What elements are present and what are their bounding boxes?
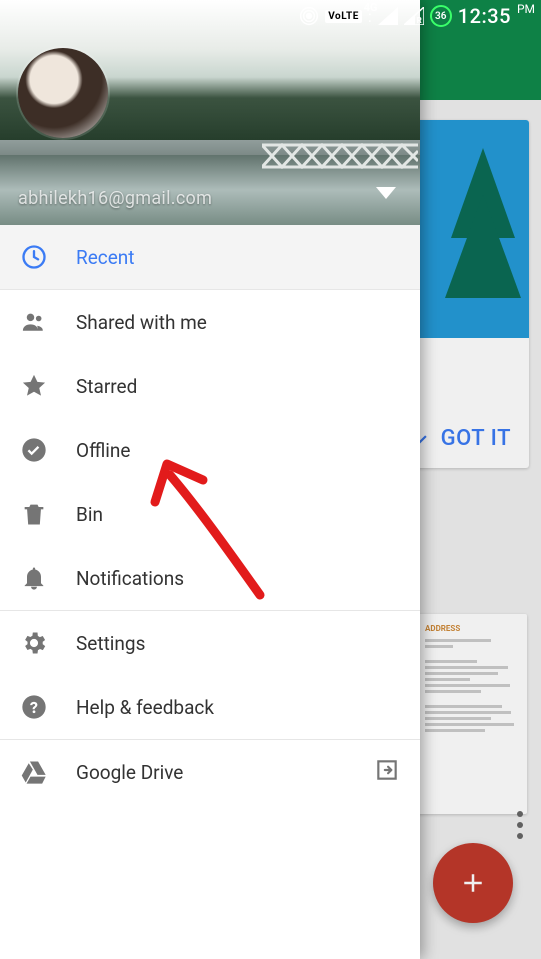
bell-icon	[20, 564, 76, 592]
trash-icon	[20, 500, 76, 528]
nav-label: Settings	[76, 632, 400, 655]
nav-item-offline[interactable]: Offline	[0, 418, 420, 482]
nav-label: Starred	[76, 375, 400, 398]
signal-1-icon: 4G	[378, 7, 398, 25]
avatar[interactable]	[18, 48, 108, 138]
help-icon	[20, 693, 76, 721]
nav-item-starred[interactable]: Starred	[0, 354, 420, 418]
nav-item-google-drive[interactable]: Google Drive	[0, 740, 420, 804]
nav-label: Offline	[76, 439, 400, 462]
roaming-badge: R	[417, 16, 422, 25]
offline-icon	[20, 436, 76, 464]
nav-label: Notifications	[76, 567, 400, 590]
nav-drawer: abhilekh16@gmail.com Recent Shared with …	[0, 0, 420, 959]
signal-2-icon: R	[404, 7, 424, 25]
account-email: abhilekh16@gmail.com	[18, 188, 212, 209]
nav-label: Help & feedback	[76, 696, 400, 719]
nav-label: Google Drive	[76, 761, 374, 784]
battery-percent: 36	[435, 11, 446, 22]
nav-item-notifications[interactable]: Notifications	[0, 546, 420, 610]
people-icon	[20, 308, 76, 336]
nav-item-recent[interactable]: Recent	[0, 225, 420, 289]
clock-time: 12:35	[458, 4, 511, 28]
gear-icon	[20, 629, 76, 657]
hotspot-icon	[299, 6, 319, 26]
clock-icon	[20, 243, 76, 271]
nav-label: Recent	[76, 246, 400, 269]
status-bar: VoLTE : 4G R 36 12:35 PM	[0, 0, 541, 32]
network-type: 4G	[364, 1, 378, 14]
drive-icon	[20, 758, 76, 786]
account-chevron-down-icon[interactable]	[376, 187, 396, 201]
nav-item-settings[interactable]: Settings	[0, 611, 420, 675]
nav-item-bin[interactable]: Bin	[0, 482, 420, 546]
volte-badge: VoLTE	[325, 10, 362, 23]
battery-indicator: 36	[430, 5, 452, 27]
pier-graphic	[262, 143, 418, 169]
nav-item-help[interactable]: Help & feedback	[0, 675, 420, 739]
drawer-header[interactable]: abhilekh16@gmail.com	[0, 0, 420, 225]
clock-ampm: PM	[517, 0, 535, 16]
star-icon	[20, 372, 76, 400]
nav-item-shared[interactable]: Shared with me	[0, 290, 420, 354]
nav-label: Bin	[76, 503, 400, 526]
open-external-icon	[374, 757, 400, 788]
nav-label: Shared with me	[76, 311, 400, 334]
drawer-list: Recent Shared with me Starred Offline	[0, 225, 420, 959]
